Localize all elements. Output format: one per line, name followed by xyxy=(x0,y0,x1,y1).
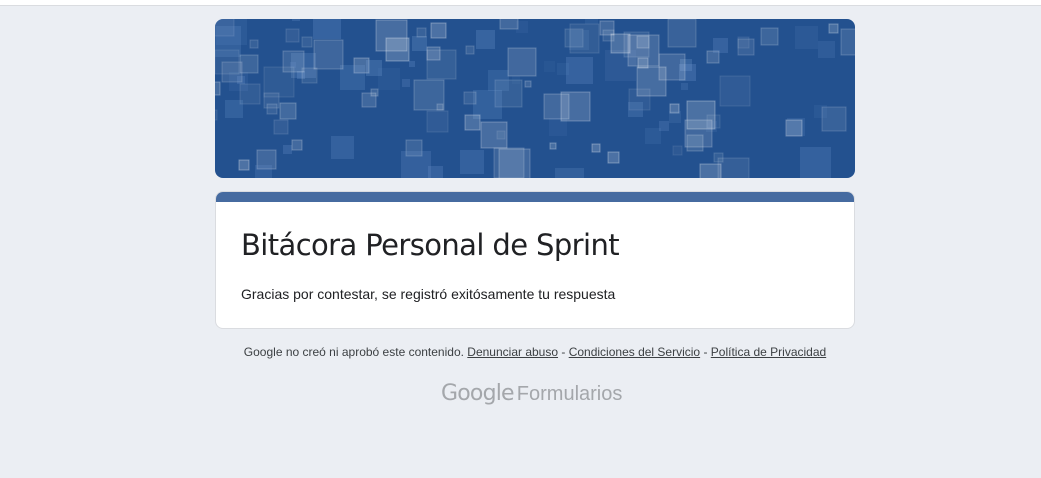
confirmation-card: Bitácora Personal de Sprint Gracias por … xyxy=(215,191,855,329)
banner-square xyxy=(239,54,259,74)
banner-square xyxy=(699,163,722,178)
banner-square xyxy=(569,30,589,50)
banner-square xyxy=(409,61,415,67)
banner-square xyxy=(436,103,444,111)
banner-square xyxy=(717,157,750,178)
banner-square xyxy=(301,67,318,84)
banner-square xyxy=(760,27,779,46)
banner-square xyxy=(493,147,525,178)
banner-square xyxy=(719,75,751,107)
banner-square xyxy=(672,145,683,156)
privacy-policy-link[interactable]: Política de Privacidad xyxy=(711,345,826,359)
banner-square xyxy=(255,165,272,178)
banner-square xyxy=(524,80,532,88)
banner-square xyxy=(331,136,354,159)
banner-square xyxy=(814,105,827,118)
banner-square xyxy=(266,103,278,115)
banner-square xyxy=(737,38,755,56)
banner-square xyxy=(681,83,688,90)
banner-square xyxy=(516,21,528,33)
forms-wordmark: Formularios xyxy=(516,383,623,405)
banner-square xyxy=(549,142,557,150)
banner-square xyxy=(238,159,250,171)
banner-square xyxy=(463,91,477,105)
banner-square xyxy=(412,36,427,51)
report-abuse-link[interactable]: Denunciar abuso xyxy=(467,345,558,359)
banner-square xyxy=(544,61,555,72)
banner-square xyxy=(555,168,584,178)
banner-square xyxy=(340,65,365,90)
footer-separator: - xyxy=(558,345,569,359)
banner-square xyxy=(645,128,661,144)
banner-square xyxy=(499,19,519,30)
banner-square xyxy=(840,28,855,56)
banner-square xyxy=(488,70,509,91)
banner-square xyxy=(416,27,427,38)
banner-square xyxy=(818,41,835,58)
banner-square xyxy=(426,110,449,133)
google-wordmark: Google xyxy=(441,381,515,406)
banner-square xyxy=(607,151,620,164)
header-banner-image xyxy=(215,19,855,178)
banner-square xyxy=(785,119,803,137)
footer-separator: - xyxy=(700,345,711,359)
banner-square xyxy=(375,19,408,52)
banner-square xyxy=(684,119,713,148)
banner-square xyxy=(464,114,481,131)
banner-square xyxy=(430,22,447,39)
banner-square xyxy=(460,150,484,174)
banner-square xyxy=(291,139,303,151)
banner-square xyxy=(282,50,305,73)
banner-square xyxy=(667,19,697,48)
banner-square xyxy=(507,47,537,77)
banner-square xyxy=(273,119,289,135)
banner-square xyxy=(659,121,669,131)
footer-disclaimer: Google no creó ni aprobó este contenido.… xyxy=(0,345,1041,359)
banner-square xyxy=(285,28,300,43)
terms-of-service-link[interactable]: Condiciones del Servicio xyxy=(569,345,700,359)
banner-square xyxy=(465,45,475,55)
banner-square xyxy=(637,57,649,69)
banner-square xyxy=(279,102,297,120)
banner-square xyxy=(215,81,221,96)
banner-square xyxy=(215,26,241,57)
banner-square xyxy=(402,79,410,87)
banner-square xyxy=(628,102,643,117)
banner-square xyxy=(249,39,259,49)
banner-square xyxy=(313,19,341,39)
banner-square xyxy=(795,26,818,49)
banner-square xyxy=(585,19,598,24)
banner-square xyxy=(636,66,667,97)
banner-square xyxy=(283,145,292,154)
google-forms-logo[interactable]: Google Formularios xyxy=(441,380,622,406)
banner-square xyxy=(800,147,831,178)
banner-square xyxy=(713,38,728,53)
banner-square xyxy=(512,76,520,84)
banner-square xyxy=(313,39,344,70)
banner-square xyxy=(605,50,636,81)
confirmation-message: Gracias por contestar, se registró exitó… xyxy=(241,286,616,302)
banner-square xyxy=(366,60,382,76)
banner-square xyxy=(225,100,243,118)
banner-square xyxy=(292,19,300,21)
banner-square xyxy=(370,88,379,97)
top-bar xyxy=(0,0,1041,6)
card-accent-bar xyxy=(216,192,854,202)
banner-square xyxy=(401,151,431,178)
banner-square xyxy=(480,121,508,149)
banner-square xyxy=(301,36,313,48)
disclaimer-text: Google no creó ni aprobó este contenido. xyxy=(243,345,464,359)
banner-square xyxy=(591,143,601,153)
banner-square xyxy=(215,109,218,121)
banner-square xyxy=(476,30,495,49)
banner-square xyxy=(560,91,591,122)
banner-square xyxy=(602,29,615,42)
banner-square xyxy=(290,62,296,68)
banner-square xyxy=(669,111,681,123)
banner-square xyxy=(566,57,593,84)
banner-square xyxy=(828,23,839,34)
form-title: Bitácora Personal de Sprint xyxy=(241,228,620,262)
banner-square xyxy=(426,49,457,80)
